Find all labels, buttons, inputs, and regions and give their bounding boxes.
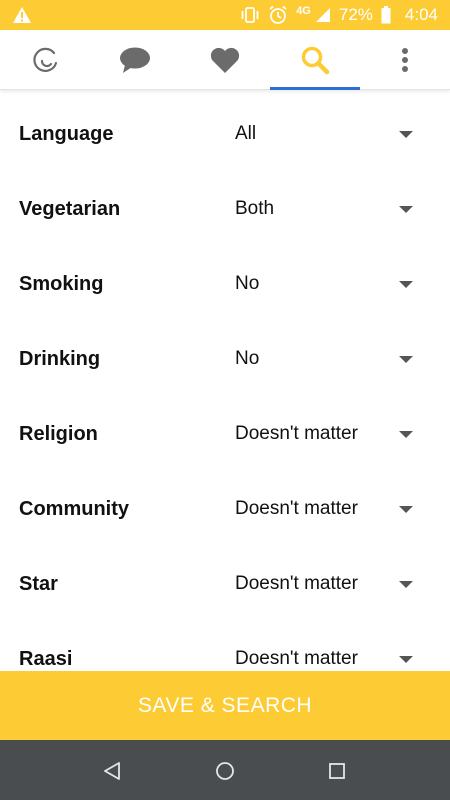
filter-label: Raasi <box>19 647 73 670</box>
filter-value[interactable]: Doesn't matter <box>235 573 358 595</box>
dropdown-arrow-icon[interactable] <box>399 655 413 663</box>
filter-religion[interactable]: Religion Doesn't matter <box>0 409 450 459</box>
tab-bar <box>0 30 450 90</box>
dropdown-arrow-icon[interactable] <box>399 205 413 213</box>
alarm-icon <box>269 5 287 24</box>
filter-label: Smoking <box>19 272 104 295</box>
vibrate-icon <box>241 7 259 23</box>
status-bar: 4G 72% 4:04 <box>0 0 450 30</box>
tab-messages[interactable] <box>90 30 180 90</box>
dropdown-arrow-icon[interactable] <box>399 280 413 288</box>
dropdown-arrow-icon[interactable] <box>399 505 413 513</box>
tab-search[interactable] <box>270 30 360 90</box>
filter-label: Language <box>19 122 114 145</box>
filter-label: Star <box>19 572 58 595</box>
search-icon <box>301 46 330 75</box>
filter-vegetarian[interactable]: Vegetarian Both <box>0 184 450 234</box>
filter-value[interactable]: Doesn't matter <box>235 498 358 520</box>
filter-label: Vegetarian <box>19 197 121 220</box>
tab-logo[interactable] <box>0 30 90 90</box>
filter-value[interactable]: Doesn't matter <box>235 648 358 670</box>
signal-icon <box>315 8 330 22</box>
recents-icon[interactable] <box>326 760 348 782</box>
filter-label: Religion <box>19 422 98 445</box>
back-icon[interactable] <box>101 760 123 782</box>
app-logo-icon <box>33 47 58 72</box>
save-search-button[interactable]: SAVE & SEARCH <box>0 671 450 740</box>
home-icon[interactable] <box>214 760 236 782</box>
warning-icon <box>13 7 31 23</box>
filter-value[interactable]: No <box>235 348 259 370</box>
tab-more[interactable] <box>360 30 450 90</box>
chat-bubble-icon <box>120 47 150 73</box>
filter-value[interactable]: Both <box>235 198 274 220</box>
dropdown-arrow-icon[interactable] <box>399 580 413 588</box>
filter-value[interactable]: Doesn't matter <box>235 423 358 445</box>
dropdown-arrow-icon[interactable] <box>399 430 413 438</box>
dropdown-arrow-icon[interactable] <box>399 355 413 363</box>
filter-list: Language All Vegetarian Both Smoking No … <box>0 91 450 671</box>
filter-star[interactable]: Star Doesn't matter <box>0 559 450 609</box>
filter-label: Community <box>19 497 129 520</box>
tab-favorites[interactable] <box>180 30 270 90</box>
filter-community[interactable]: Community Doesn't matter <box>0 484 450 534</box>
heart-icon <box>210 47 240 73</box>
dropdown-arrow-icon[interactable] <box>399 130 413 138</box>
filter-language[interactable]: Language All <box>0 109 450 159</box>
more-vert-icon <box>402 48 408 72</box>
filter-drinking[interactable]: Drinking No <box>0 334 450 384</box>
filter-smoking[interactable]: Smoking No <box>0 259 450 309</box>
battery-percent: 72% <box>338 5 373 24</box>
system-nav-bar <box>0 740 450 800</box>
network-type: 4G <box>296 5 311 17</box>
battery-icon <box>381 6 391 24</box>
clock: 4:04 <box>404 5 438 24</box>
filter-label: Drinking <box>19 347 101 370</box>
filter-raasi[interactable]: Raasi Doesn't matter <box>0 634 450 671</box>
filter-value[interactable]: No <box>235 273 259 295</box>
filter-value[interactable]: All <box>235 123 256 145</box>
